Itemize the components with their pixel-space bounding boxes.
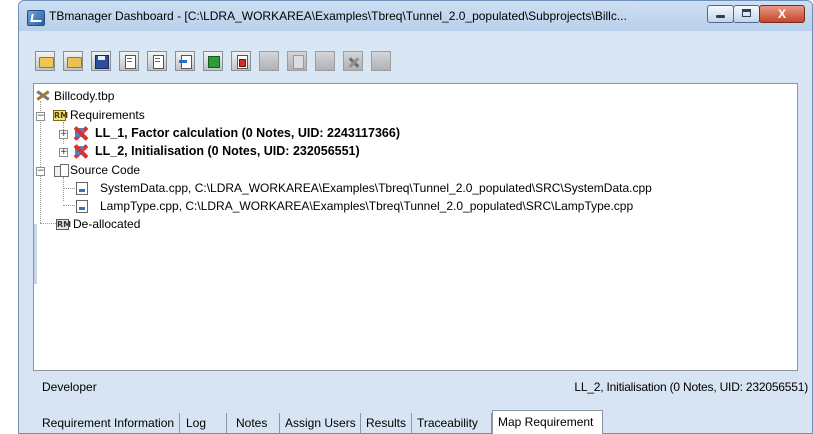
document-line bbox=[155, 61, 160, 62]
minimize-button[interactable] bbox=[707, 5, 734, 23]
tab-results[interactable]: Results bbox=[361, 413, 412, 434]
document-button-2[interactable] bbox=[147, 51, 167, 71]
green-grid-icon bbox=[208, 56, 220, 68]
tbmanager-app-icon bbox=[27, 10, 45, 26]
disabled-button-1[interactable] bbox=[259, 51, 279, 71]
deallocated-icon: RM bbox=[56, 219, 72, 230]
project-tree[interactable]: Billcody.tbp − RM Requirements + LL_1, F… bbox=[33, 83, 798, 371]
maximize-button[interactable] bbox=[733, 5, 760, 23]
open-folder-icon bbox=[39, 57, 54, 68]
red-document-mark bbox=[239, 59, 246, 67]
disabled-button-2[interactable] bbox=[287, 51, 307, 71]
requirements-folder-icon: RM bbox=[53, 110, 69, 121]
tree-connector bbox=[40, 223, 56, 224]
open-button[interactable] bbox=[35, 51, 55, 71]
green-grid-button[interactable] bbox=[203, 51, 223, 71]
save-button[interactable] bbox=[91, 51, 111, 71]
failed-requirement-icon bbox=[73, 126, 88, 141]
requirement-label: LL_2, Initialisation (0 Notes, UID: 2320… bbox=[95, 144, 360, 158]
collapse-requirements-toggle[interactable]: − bbox=[36, 112, 45, 121]
tab-notes[interactable]: Notes bbox=[231, 413, 280, 434]
requirement-label: LL_1, Factor calculation (0 Notes, UID: … bbox=[95, 126, 400, 140]
source-file-label: SystemData.cpp, C:\LDRA_WORKAREA\Example… bbox=[100, 181, 652, 195]
folder-icon bbox=[67, 57, 82, 68]
tab-requirement-information[interactable]: Requirement Information bbox=[37, 413, 180, 434]
maximize-icon bbox=[742, 9, 751, 17]
disabled-document-icon bbox=[293, 55, 304, 69]
document-button-1[interactable] bbox=[119, 51, 139, 71]
document-line bbox=[127, 61, 132, 62]
tree-connector bbox=[63, 177, 64, 201]
tab-assign-users[interactable]: Assign Users bbox=[280, 413, 361, 434]
import-arrow bbox=[179, 60, 187, 63]
expand-ll1-toggle[interactable]: + bbox=[59, 130, 68, 139]
project-name: Billcody.tbp bbox=[54, 89, 115, 103]
app-window: TBmanager Dashboard - [C:\LDRA_WORKAREA\… bbox=[18, 0, 813, 434]
source-file-label: LampType.cpp, C:\LDRA_WORKAREA\Examples\… bbox=[100, 199, 634, 213]
expand-ll2-toggle[interactable]: + bbox=[59, 148, 68, 157]
deallocated-label: De-allocated bbox=[73, 217, 141, 231]
tab-map-requirement[interactable]: Map Requirement bbox=[492, 410, 603, 434]
tab-traceability[interactable]: Traceability bbox=[412, 413, 492, 434]
tab-log[interactable]: Log bbox=[181, 413, 227, 434]
title-bar[interactable]: TBmanager Dashboard - [C:\LDRA_WORKAREA\… bbox=[19, 1, 812, 31]
document-line bbox=[155, 58, 160, 59]
disabled-button-4[interactable] bbox=[371, 51, 391, 71]
close-button[interactable]: X bbox=[759, 5, 805, 23]
document-line bbox=[127, 58, 132, 59]
minimize-icon bbox=[716, 15, 725, 18]
status-bar: Developer LL_2, Initialisation (0 Notes,… bbox=[33, 371, 812, 399]
requirements-label: Requirements bbox=[70, 108, 145, 122]
disabled-button-3[interactable] bbox=[315, 51, 335, 71]
toolbar bbox=[19, 31, 812, 81]
tree-scroll-edge bbox=[34, 224, 37, 284]
cpp-file-icon bbox=[76, 200, 88, 213]
window-title: TBmanager Dashboard - [C:\LDRA_WORKAREA\… bbox=[49, 9, 627, 23]
bottom-tab-strip: Requirement Information Log Notes Assign… bbox=[18, 410, 618, 434]
tools-button[interactable] bbox=[343, 51, 363, 71]
project-icon bbox=[36, 89, 51, 102]
save-icon-label bbox=[98, 56, 105, 60]
status-user: Developer bbox=[42, 380, 97, 394]
collapse-source-code-toggle[interactable]: − bbox=[36, 167, 45, 176]
import-button[interactable] bbox=[175, 51, 195, 71]
cpp-file-icon bbox=[76, 182, 88, 195]
source-code-icon bbox=[54, 164, 69, 177]
failed-requirement-icon bbox=[73, 144, 88, 159]
folder-button[interactable] bbox=[63, 51, 83, 71]
red-document-button[interactable] bbox=[231, 51, 251, 71]
source-code-label: Source Code bbox=[70, 163, 141, 177]
tree-connector bbox=[63, 188, 77, 189]
status-selection: LL_2, Initialisation (0 Notes, UID: 2320… bbox=[574, 380, 808, 394]
tree-connector bbox=[63, 205, 77, 206]
